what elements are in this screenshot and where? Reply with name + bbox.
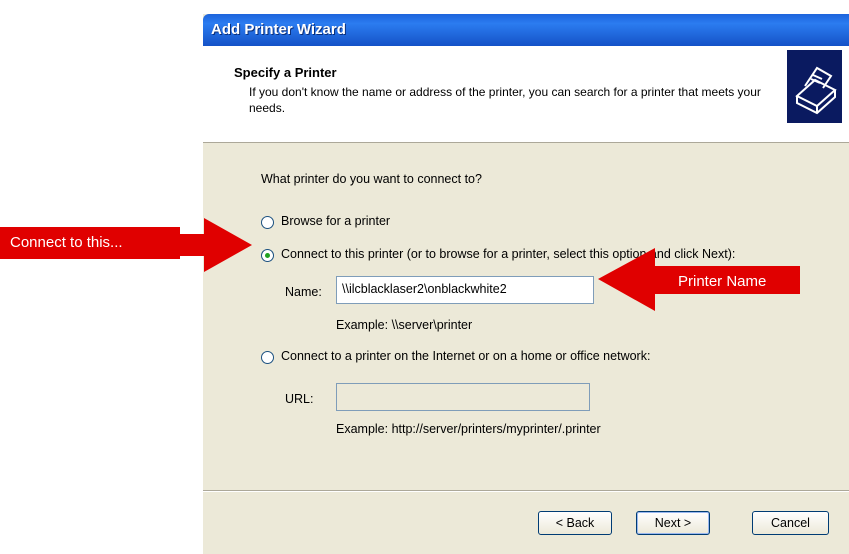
radio-connect[interactable] bbox=[261, 249, 274, 262]
window-title: Add Printer Wizard bbox=[211, 21, 346, 38]
printer-icon bbox=[787, 50, 842, 123]
url-input[interactable] bbox=[336, 383, 590, 411]
name-example: Example: \\server\printer bbox=[336, 318, 473, 332]
title-bar[interactable]: Add Printer Wizard bbox=[203, 14, 849, 46]
header-title: Specify a Printer bbox=[234, 65, 337, 80]
option-internet-label[interactable]: Connect to a printer on the Internet or … bbox=[281, 349, 650, 363]
back-button[interactable]: < Back bbox=[538, 511, 612, 535]
radio-internet[interactable] bbox=[261, 351, 274, 364]
header-subtitle: If you don't know the name or address of… bbox=[249, 85, 761, 115]
wizard-header: Specify a Printer If you don't know the … bbox=[203, 46, 849, 143]
url-label: URL: bbox=[285, 392, 314, 406]
footer-divider bbox=[203, 490, 849, 492]
next-button[interactable]: Next > bbox=[636, 511, 710, 535]
printer-name-input[interactable]: \\ilcblacklaser2\onblackwhite2 bbox=[336, 276, 594, 304]
option-browse-label[interactable]: Browse for a printer bbox=[281, 214, 390, 228]
name-label: Name: bbox=[285, 285, 322, 299]
option-connect-label[interactable]: Connect to this printer (or to browse fo… bbox=[281, 247, 735, 261]
radio-browse[interactable] bbox=[261, 216, 274, 229]
printer-name-callout: Printer Name bbox=[678, 273, 767, 290]
url-example: Example: http://server/printers/myprinte… bbox=[336, 422, 601, 436]
question-label: What printer do you want to connect to? bbox=[261, 172, 482, 186]
connect-callout: Connect to this... bbox=[0, 227, 180, 259]
cancel-button[interactable]: Cancel bbox=[752, 511, 829, 535]
